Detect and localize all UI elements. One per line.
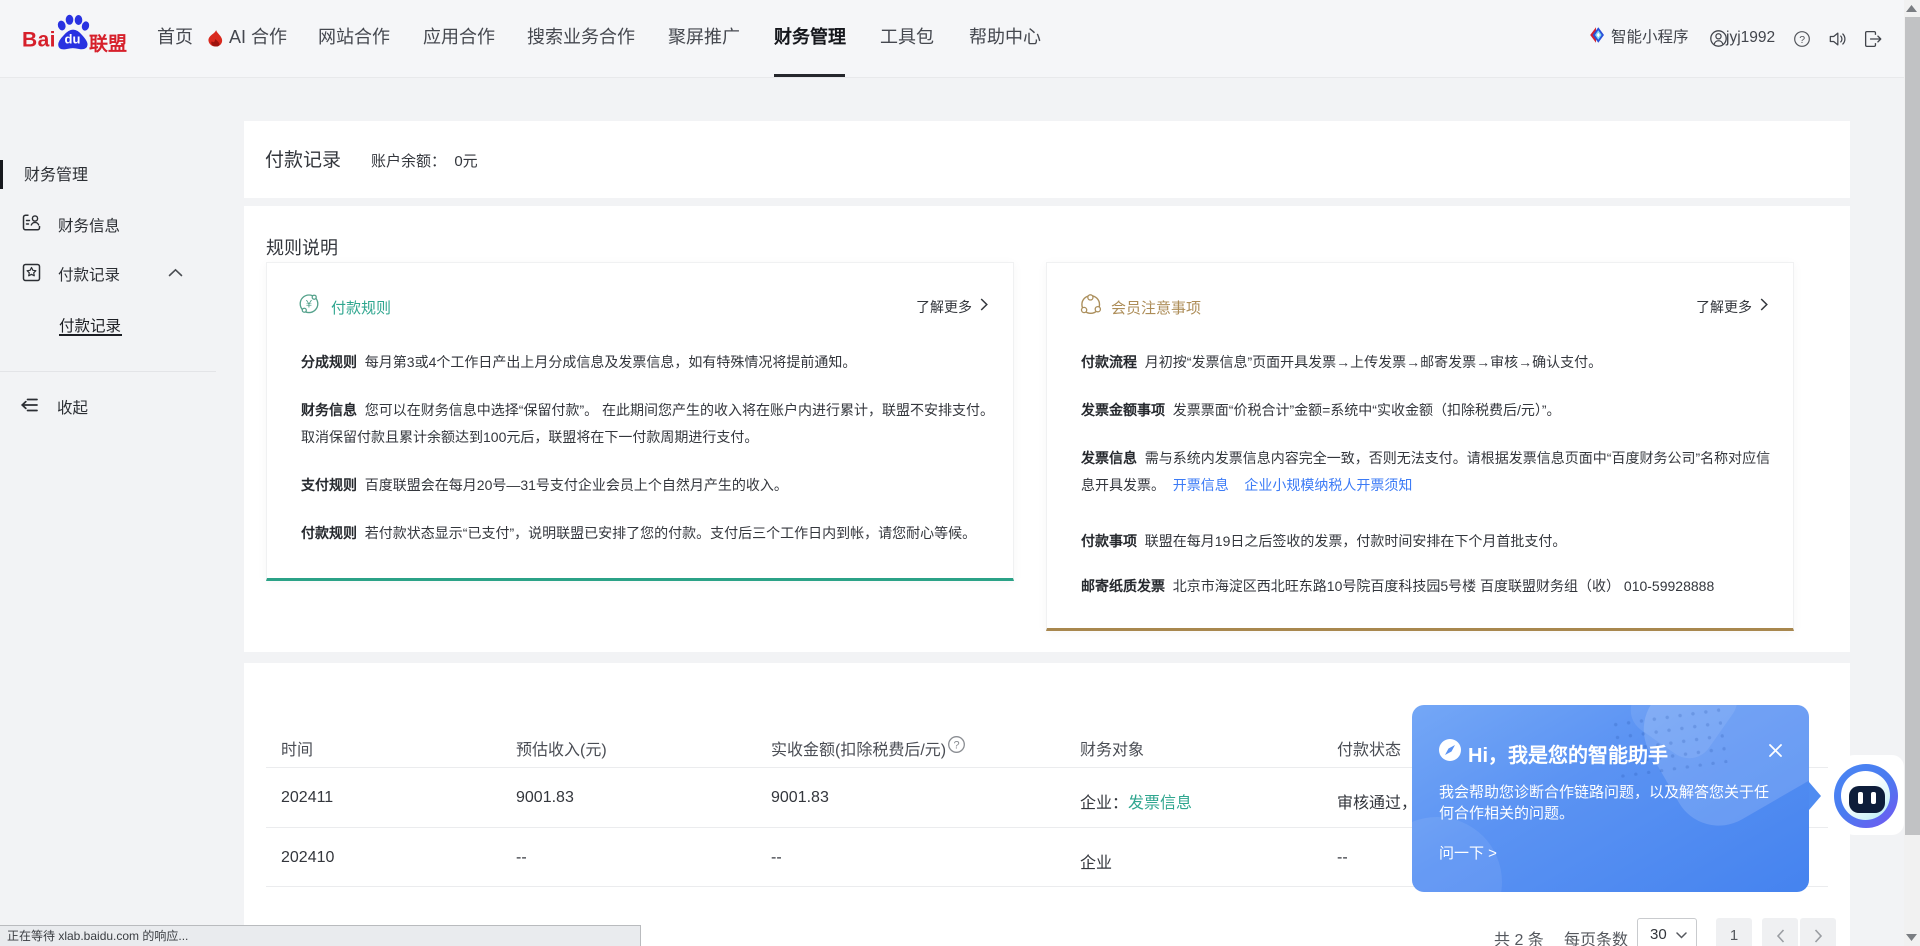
svg-text:?: ? — [954, 740, 960, 752]
svg-text:?: ? — [1799, 34, 1805, 46]
svg-text:Bai: Bai — [22, 29, 56, 52]
svg-text:du: du — [65, 32, 81, 47]
